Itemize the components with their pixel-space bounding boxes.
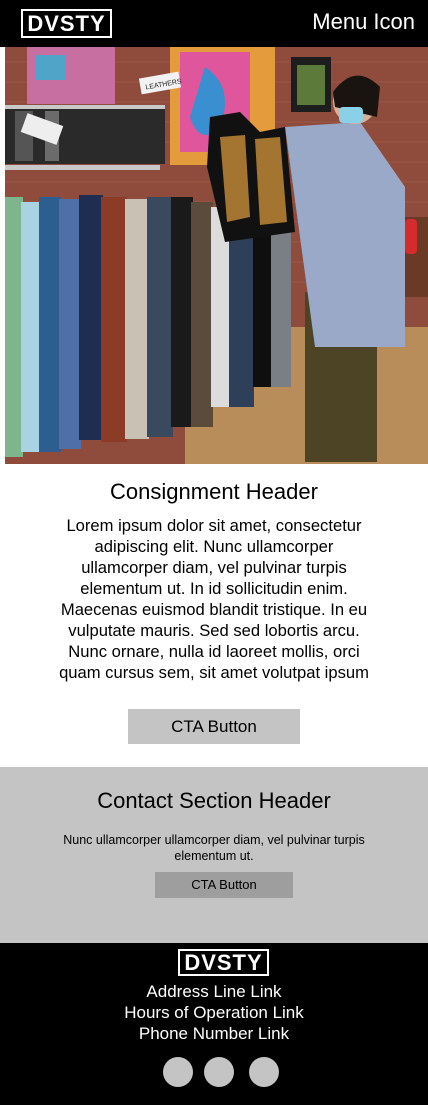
social-icon[interactable] — [163, 1057, 193, 1087]
address-link[interactable]: Address Line Link — [0, 981, 428, 1002]
consignment-body-text: Lorem ipsum dolor sit amet, consectetur … — [59, 516, 369, 682]
social-icon[interactable] — [204, 1057, 234, 1087]
contact-section: Contact Section Header Nunc ullamcorper … — [0, 767, 428, 943]
hours-of-operation-link[interactable]: Hours of Operation Link — [0, 1002, 428, 1023]
top-nav-bar: DVSTY Menu Icon — [0, 0, 428, 47]
social-icon[interactable] — [249, 1057, 279, 1087]
contact-body-text: Nunc ullamcorper ullamcorper diam, vel p… — [63, 833, 365, 863]
contact-cta-button[interactable]: CTA Button — [155, 872, 293, 898]
hero-image: LEATHERS — [5, 47, 428, 464]
phone-number-link[interactable]: Phone Number Link — [0, 1023, 428, 1044]
footer-brand-logo[interactable]: DVSTY — [178, 949, 269, 976]
consignment-header: Consignment Header — [110, 479, 318, 504]
consignment-cta-button[interactable]: CTA Button — [128, 709, 300, 744]
menu-icon[interactable]: Menu Icon — [312, 8, 415, 36]
contact-section-header: Contact Section Header — [97, 788, 331, 813]
footer: DVSTY Address Line Link Hours of Operati… — [0, 943, 428, 1105]
brand-logo[interactable]: DVSTY — [21, 9, 112, 38]
